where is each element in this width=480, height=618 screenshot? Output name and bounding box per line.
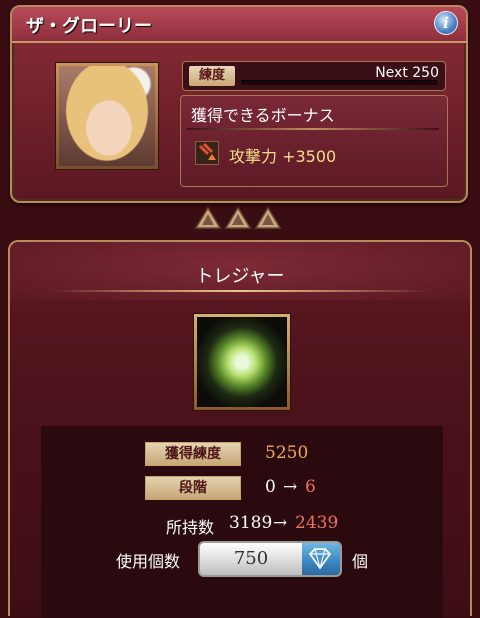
stage-from: 0 bbox=[265, 477, 276, 497]
quantity-input[interactable]: 750 bbox=[198, 541, 302, 577]
attack-up-icon bbox=[195, 141, 219, 165]
gem-select-button[interactable] bbox=[302, 541, 342, 577]
triangle-icon bbox=[224, 206, 252, 229]
stage-label: 段階 bbox=[145, 476, 241, 500]
owned-to: 2439 bbox=[295, 513, 339, 533]
triangle-icon bbox=[254, 206, 282, 229]
portrait-image bbox=[59, 66, 155, 166]
rank-next: Next 250 bbox=[375, 65, 439, 81]
bonus-divider bbox=[187, 128, 439, 130]
stage-arrow: → bbox=[283, 477, 298, 497]
bonus-title: 獲得できるボーナス bbox=[191, 106, 335, 125]
proficiency-value: 5250 bbox=[265, 443, 309, 463]
rank-box: 練度 Next 250 bbox=[182, 61, 446, 91]
rank-triangles bbox=[188, 206, 288, 234]
owned-arrow: → bbox=[273, 513, 288, 533]
emerald-gem-icon bbox=[197, 317, 287, 407]
gem-select-icon bbox=[308, 548, 332, 570]
bonus-text: 攻撃力 +3500 bbox=[229, 147, 337, 166]
owned-from: 3189 bbox=[229, 513, 273, 533]
rank-label: 練度 bbox=[189, 66, 235, 86]
character-portrait[interactable] bbox=[56, 63, 158, 169]
weapon-card: ザ・グローリー i 練度 Next 250 獲得できるボーナス 攻撃力 +350… bbox=[10, 5, 468, 203]
stage-to: 6 bbox=[305, 477, 316, 497]
bonus-box: 獲得できるボーナス 攻撃力 +3500 bbox=[180, 95, 448, 187]
owned-label: 所持数 bbox=[166, 518, 215, 537]
treasure-item[interactable] bbox=[194, 314, 290, 410]
weapon-title: ザ・グローリー bbox=[26, 16, 152, 37]
info-icon[interactable]: i bbox=[434, 11, 458, 35]
treasure-panel: トレジャー 獲得練度 5250 段階 0 → 6 所持数 3189 → 2439… bbox=[8, 240, 472, 618]
proficiency-label: 獲得練度 bbox=[145, 442, 241, 466]
header-ornament bbox=[50, 290, 430, 292]
quantity-unit: 個 bbox=[352, 552, 369, 571]
triangle-icon bbox=[194, 206, 222, 229]
treasure-title: トレジャー bbox=[195, 266, 285, 287]
quantity-label: 使用個数 bbox=[116, 552, 181, 571]
stats-box: 獲得練度 5250 段階 0 → 6 所持数 3189 → 2439 bbox=[41, 426, 443, 618]
weapon-card-header: ザ・グローリー i bbox=[12, 7, 466, 43]
